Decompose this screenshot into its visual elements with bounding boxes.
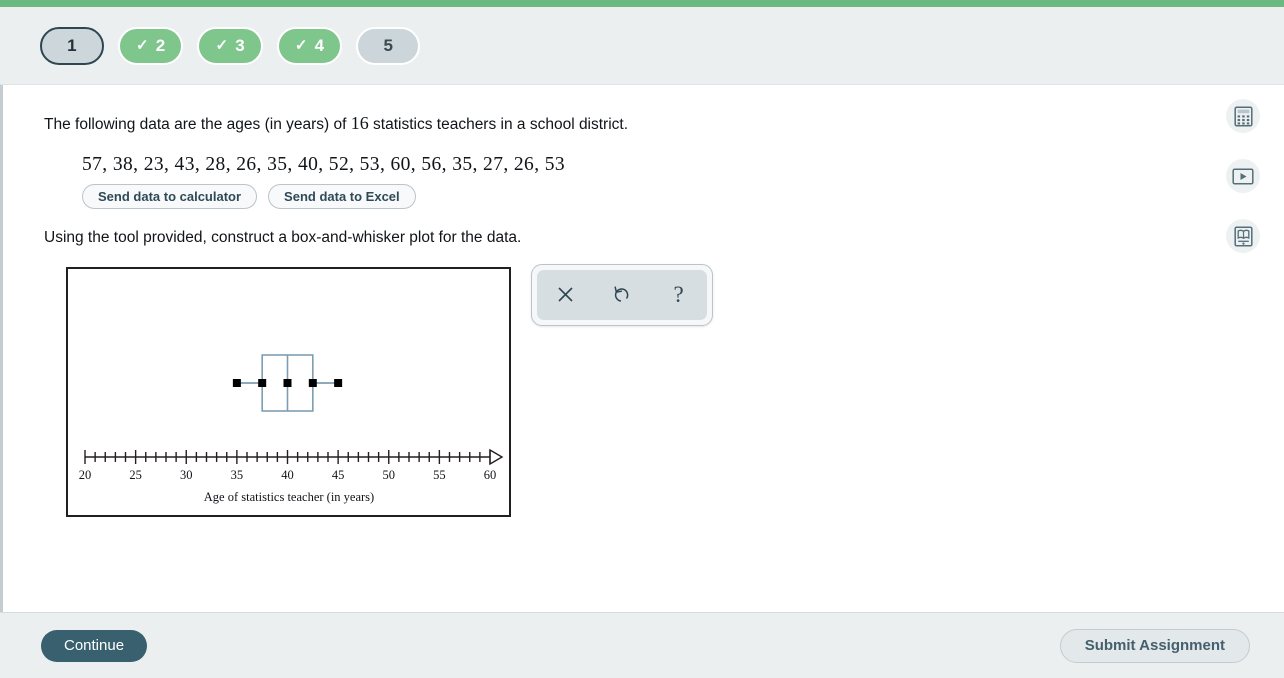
check-icon: ✓ xyxy=(136,37,149,54)
submit-assignment-button[interactable]: Submit Assignment xyxy=(1059,628,1250,663)
data-values: 57, 38, 23, 43, 28, 26, 35, 40, 52, 53, … xyxy=(82,153,566,175)
step-label: 4 xyxy=(314,35,325,55)
boxplot-svg[interactable]: 20 25 30 35 40 45 50 55 60 Age of statistics tea… xyxy=(68,269,509,515)
x-axis-tick-label: 45 xyxy=(332,468,345,482)
step-label: 2 xyxy=(155,35,166,55)
question-body: The following data are the ages (in year… xyxy=(0,85,1284,612)
x-axis-tick-label: 25 xyxy=(129,468,142,482)
instruction-text: Using the tool provided, construct a box… xyxy=(44,228,522,246)
boxplot-toolbar-inner: ? xyxy=(537,269,707,320)
close-x-icon xyxy=(558,287,573,302)
reference-button[interactable] xyxy=(1226,219,1260,253)
delete-button[interactable] xyxy=(545,275,585,315)
progress-bar xyxy=(0,0,1284,7)
x-axis-arrow-icon xyxy=(489,448,504,466)
continue-button[interactable]: Continue xyxy=(41,629,148,662)
undo-button[interactable] xyxy=(602,275,642,315)
x-axis-tick-label: 40 xyxy=(281,468,294,482)
send-data-to-excel-button[interactable]: Send data to Excel xyxy=(268,183,416,209)
x-axis-tick-label: 60 xyxy=(484,468,497,482)
reference-book-icon xyxy=(1233,225,1253,247)
step-label: 1 xyxy=(67,35,77,55)
undo-arrow-icon xyxy=(614,286,629,303)
prompt-count: 16 xyxy=(350,113,369,133)
calculator-button[interactable] xyxy=(1226,99,1260,133)
send-data-buttons: Send data to calculator Send data to Exc… xyxy=(82,183,1284,209)
step-pill-3[interactable]: ✓ 3 xyxy=(197,26,263,65)
step-pill-5[interactable]: 5 xyxy=(356,26,421,65)
tool-rail xyxy=(1226,99,1260,253)
x-axis-tick-labels: 20 25 30 35 40 45 50 55 60 xyxy=(79,468,497,482)
boxplot-canvas[interactable]: 20 25 30 35 40 45 50 55 60 Age of statistics tea… xyxy=(66,266,511,517)
step-label: 3 xyxy=(235,35,245,55)
page-footer: Continue Submit Assignment xyxy=(0,612,1284,678)
boxplot-handle-q3[interactable] xyxy=(308,378,317,387)
assignment-page: 1 ✓ 2 ✓ 3 ✓ 4 5 The following data are t… xyxy=(0,0,1284,678)
send-data-to-calculator-button[interactable]: Send data to calculator xyxy=(82,183,258,209)
boxplot-handle-q1[interactable] xyxy=(258,378,267,387)
boxplot-handle-median[interactable] xyxy=(283,378,292,387)
prompt-text-after: statistics teachers in a school district… xyxy=(368,116,629,133)
step-pill-4[interactable]: ✓ 4 xyxy=(276,26,343,65)
x-axis-tick-label: 35 xyxy=(231,468,244,482)
step-navigation: 1 ✓ 2 ✓ 3 ✓ 4 5 xyxy=(0,7,1284,85)
step-pill-1[interactable]: 1 xyxy=(40,26,104,65)
boxplot-handle-min[interactable] xyxy=(232,378,241,387)
calculator-icon xyxy=(1233,105,1253,127)
boxplot-toolbar: ? xyxy=(531,263,713,326)
x-axis-tick-label: 30 xyxy=(180,468,193,482)
prompt-text-before: The following data are the ages (in year… xyxy=(44,116,351,133)
help-button[interactable]: ? xyxy=(659,275,699,315)
x-axis-tick-label: 20 xyxy=(79,468,92,482)
x-axis-tick-label: 55 xyxy=(433,468,446,482)
x-axis-tick-label: 50 xyxy=(383,468,396,482)
plot-area: 20 25 30 35 40 45 50 55 60 Age of statistics tea… xyxy=(66,263,1284,517)
video-button[interactable] xyxy=(1226,159,1260,193)
question-prompt: The following data are the ages (in year… xyxy=(44,111,1284,136)
x-axis-ticks xyxy=(84,449,491,464)
check-icon: ✓ xyxy=(215,37,229,54)
x-axis-title: Age of statistics teacher (in years) xyxy=(204,490,374,504)
video-play-icon xyxy=(1232,167,1254,185)
question-mark-icon: ? xyxy=(673,281,684,307)
step-label: 5 xyxy=(383,35,394,55)
question-content: The following data are the ages (in year… xyxy=(3,85,1284,517)
boxplot-handle-max[interactable] xyxy=(334,378,343,387)
step-pill-2[interactable]: ✓ 2 xyxy=(118,26,184,65)
check-icon: ✓ xyxy=(294,37,308,54)
